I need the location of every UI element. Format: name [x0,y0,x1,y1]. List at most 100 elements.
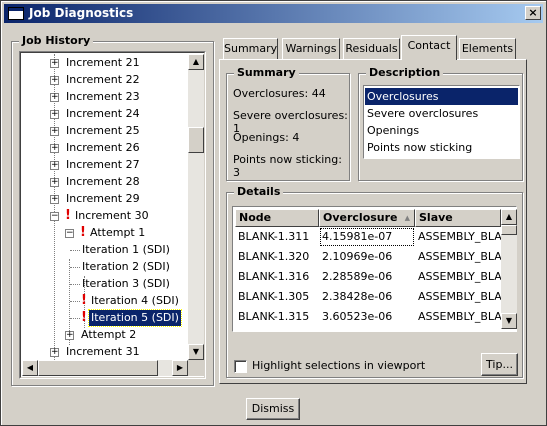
tree-item-label[interactable]: Increment 22 [64,72,142,88]
tab-warnings[interactable]: Warnings [282,38,340,59]
description-item-points-sticking[interactable]: Points now sticking [365,139,518,156]
expand-icon[interactable]: + [65,331,74,340]
expand-icon[interactable]: + [50,93,59,102]
job-history-tree[interactable]: + Increment 21 + Increment 22 + Increment 23 +… [19,51,206,379]
tree-item-label[interactable]: Increment 23 [64,89,142,105]
scroll-left-icon[interactable]: ◀ [22,360,38,376]
tree-row[interactable]: + Increment 29 [22,191,187,208]
tree-row[interactable]: + Increment 28 [22,174,187,191]
table-cell[interactable]: BLANK-1.316 [235,267,319,287]
details-scroll-thumb[interactable] [501,225,517,235]
scroll-down-icon[interactable]: ▼ [188,344,204,360]
description-group: Description Overclosures Severe overclos… [358,66,523,181]
warning-icon: ! [80,225,86,240]
tree-scroll-thumb[interactable] [188,127,204,153]
expand-icon[interactable]: + [50,59,59,68]
table-cell[interactable]: 2.10969e-06 [319,247,415,267]
tab-contact-label: Contact [407,39,451,52]
tree-item-label[interactable]: Increment 21 [64,55,142,71]
tree-item-label[interactable]: Iteration 5 (SDI) [88,309,182,327]
tree-vertical-scrollbar[interactable]: ▲ ▼ [188,54,204,360]
tab-contact[interactable]: Contact [401,35,457,60]
expand-icon[interactable]: + [50,195,59,204]
tree-item-label[interactable]: Increment 27 [64,157,142,173]
table-cell[interactable]: 2.28589e-06 [319,267,415,287]
expand-icon[interactable]: + [50,127,59,136]
tab-residuals[interactable]: Residuals [343,38,400,59]
table-cell[interactable]: 4.15981e-07 [319,227,415,247]
scroll-right-icon[interactable]: ▶ [172,360,188,376]
tip-button[interactable]: Tip... [481,353,518,376]
tree-row[interactable]: ! Iteration 4 (SDI) [22,293,187,310]
tree-row[interactable]: + Increment 26 [22,140,187,157]
tree-row[interactable]: + Increment 22 [22,72,187,89]
details-table[interactable]: Node Overclosure ▲ Slave BLANK-1.311 4.15… [232,206,517,332]
tree-row[interactable]: + Increment 27 [22,157,187,174]
table-cell[interactable]: ASSEMBLY_BLANK [415,247,501,267]
description-list[interactable]: Overclosures Severe overclosures Opening… [363,85,520,159]
table-cell[interactable]: ASSEMBLY_BLANK [415,287,501,307]
tree-item-label[interactable]: Increment 28 [64,174,142,190]
expand-icon[interactable]: + [50,348,59,357]
expand-icon[interactable]: + [50,161,59,170]
table-cell[interactable]: BLANK-1.311 [235,227,319,247]
scroll-up-icon[interactable]: ▲ [188,54,204,70]
tree-item-label[interactable]: Iteration 1 (SDI) [80,242,172,258]
details-vertical-scrollbar[interactable]: ▲ ▼ [501,209,517,329]
details-scroll-down-icon[interactable]: ▼ [501,313,517,329]
tree-row[interactable]: + Increment 23 [22,89,187,106]
tree-item-label[interactable]: Increment 30 [73,208,151,224]
description-item-overclosures[interactable]: Overclosures [365,88,518,105]
tab-summary[interactable]: Summary [223,38,278,59]
tree-row[interactable]: + Attempt 2 [22,327,187,344]
table-cell[interactable]: ASSEMBLY_BLANK [415,307,501,327]
warning-icon: ! [81,310,87,325]
expand-icon[interactable]: + [50,144,59,153]
tree-item-label[interactable]: Attempt 2 [79,327,138,343]
column-header-slave[interactable]: Slave [415,209,501,227]
tree-row[interactable]: −! Increment 30 [22,208,187,225]
tree-horizontal-scrollbar[interactable]: ◀ ▶ [22,360,188,376]
table-cell[interactable]: 2.38428e-06 [319,287,415,307]
tree-item-label[interactable]: Attempt 1 [88,225,147,241]
description-item-severe-overclosures[interactable]: Severe overclosures [365,105,518,122]
tree-row[interactable]: Iteration 1 (SDI) [22,242,187,259]
tree-row[interactable]: + Increment 31 [22,344,187,360]
tree-item-label[interactable]: Iteration 4 (SDI) [89,293,181,309]
tree-item-label[interactable]: Increment 29 [64,191,142,207]
column-header-overclosure[interactable]: Overclosure ▲ [319,209,415,227]
tree-row[interactable]: + Increment 24 [22,106,187,123]
details-scroll-up-icon[interactable]: ▲ [501,209,517,225]
tree-item-label[interactable]: Increment 26 [64,140,142,156]
table-cell[interactable]: BLANK-1.305 [235,287,319,307]
tree-row[interactable]: + Increment 25 [22,123,187,140]
tree-row[interactable]: Iteration 2 (SDI) [22,259,187,276]
tree-item-label[interactable]: Increment 25 [64,123,142,139]
tree-row[interactable]: −! Attempt 1 [22,225,187,242]
tab-elements[interactable]: Elements [459,38,516,59]
tree-row[interactable]: + Increment 21 [22,55,187,72]
table-cell[interactable]: BLANK-1.315 [235,307,319,327]
table-cell[interactable]: 3.60523e-06 [319,307,415,327]
highlight-selections-checkbox[interactable] [234,360,247,373]
table-cell[interactable]: BLANK-1.320 [235,247,319,267]
tree-item-label[interactable]: Iteration 3 (SDI) [80,276,172,292]
tree-row[interactable]: Iteration 3 (SDI) [22,276,187,293]
expand-icon[interactable]: + [50,76,59,85]
tree-row[interactable]: ! Iteration 5 (SDI) [22,309,187,327]
tree-hscroll-thumb[interactable] [38,360,158,376]
collapse-icon[interactable]: − [50,212,59,221]
description-item-openings[interactable]: Openings [365,122,518,139]
expand-icon[interactable]: + [50,110,59,119]
table-cell[interactable]: ASSEMBLY_BLANK [415,227,501,247]
tree-item-label[interactable]: Iteration 2 (SDI) [80,259,172,275]
expand-icon[interactable]: + [50,178,59,187]
tree-item-label[interactable]: Increment 31 [64,344,142,360]
tree-item-label[interactable]: Increment 24 [64,106,142,122]
dismiss-button[interactable]: Dismiss [246,398,300,420]
table-cell[interactable]: ASSEMBLY_BLANK [415,267,501,287]
collapse-icon[interactable]: − [65,229,74,238]
column-header-node[interactable]: Node [235,209,319,227]
close-button[interactable]: × [525,6,541,20]
title-bar[interactable]: Job Diagnostics × [4,4,543,23]
